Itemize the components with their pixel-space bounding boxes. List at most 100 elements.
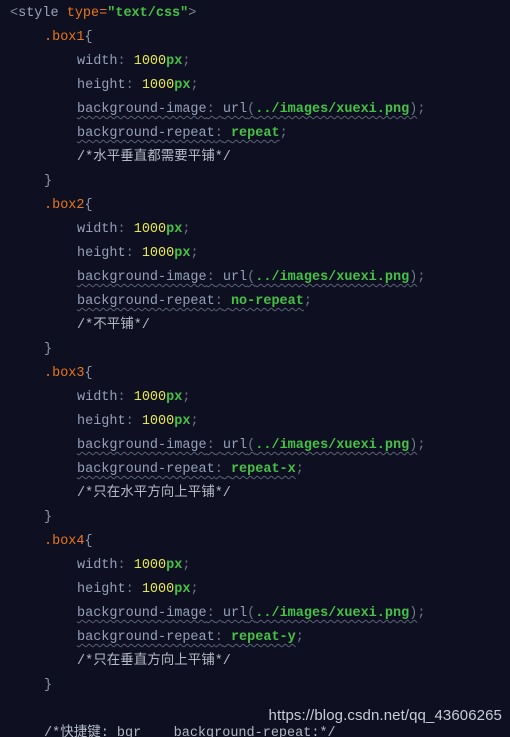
property-width: width [77, 54, 118, 69]
value-unit: px [166, 558, 183, 573]
property-height: height [77, 78, 126, 93]
property-height: height [77, 414, 126, 429]
code-line-background-image: background-image: url(../images/xuexi.pn… [0, 602, 510, 626]
selector-box1: .box1 [44, 30, 85, 45]
code-line-comment: /*不平铺*/ [0, 314, 510, 338]
semicolon: ; [295, 630, 304, 645]
colon: : [206, 438, 215, 453]
comment-text: /*只在水平方向上平铺*/ [77, 486, 231, 501]
code-line-brace-close: } [0, 338, 510, 362]
colon: : [125, 414, 134, 429]
image-path: ../images/xuexi.png [255, 606, 410, 621]
colon: : [125, 582, 134, 597]
url-function: url [222, 438, 248, 453]
shortcut-comment-text: /*快捷键: bgr background-repeat:*/ [44, 726, 336, 737]
value-unit: px [174, 582, 191, 597]
code-line-background-repeat: background-repeat: no-repeat; [0, 290, 510, 314]
code-line-selector: .box3{ [0, 362, 510, 386]
colon: : [206, 102, 215, 117]
value-number: 1000 [141, 78, 175, 93]
brace-close: } [44, 510, 53, 525]
colon: : [214, 294, 223, 309]
value-repeat: repeat-y [230, 630, 296, 645]
property-background-image: background-image [77, 270, 207, 285]
colon: : [125, 246, 134, 261]
value-number: 1000 [141, 414, 175, 429]
tag-name-style: style [18, 6, 59, 21]
semicolon: ; [190, 246, 199, 261]
brace-close: } [44, 174, 53, 189]
code-line-selector: .box4{ [0, 530, 510, 554]
property-width: width [77, 222, 118, 237]
code-line-background-image: background-image: url(../images/xuexi.pn… [0, 98, 510, 122]
semicolon: ; [190, 582, 199, 597]
property-background-repeat: background-repeat [77, 630, 215, 645]
property-background-repeat: background-repeat [77, 462, 215, 477]
value-unit: px [166, 390, 183, 405]
colon: : [117, 222, 126, 237]
property-background-repeat: background-repeat [77, 294, 215, 309]
value-number: 1000 [133, 54, 167, 69]
image-path: ../images/xuexi.png [255, 438, 410, 453]
code-line-background-image: background-image: url(../images/xuexi.pn… [0, 434, 510, 458]
selector-box2: .box2 [44, 198, 85, 213]
property-background-image: background-image [77, 438, 207, 453]
brace-close: } [44, 342, 53, 357]
angle-bracket-close: > [188, 6, 197, 21]
code-line-width: width: 1000px; [0, 218, 510, 242]
comment-text: /*只在垂直方向上平铺*/ [77, 654, 231, 669]
property-background-image: background-image [77, 606, 207, 621]
semicolon: ; [417, 606, 426, 621]
comment-text: /*不平铺*/ [77, 318, 150, 333]
angle-bracket-open: < [10, 6, 19, 21]
image-path: ../images/xuexi.png [255, 102, 410, 117]
code-line-height: height: 1000px; [0, 410, 510, 434]
url-function: url [222, 102, 248, 117]
colon: : [206, 606, 215, 621]
value-unit: px [174, 414, 191, 429]
value-unit: px [166, 222, 183, 237]
property-background-image: background-image [77, 102, 207, 117]
colon: : [214, 630, 223, 645]
semicolon: ; [182, 558, 191, 573]
code-line-background-repeat: background-repeat: repeat-y; [0, 626, 510, 650]
value-repeat: repeat [230, 126, 280, 141]
colon: : [117, 558, 126, 573]
semicolon: ; [303, 294, 312, 309]
url-function: url [222, 270, 248, 285]
code-line-width: width: 1000px; [0, 386, 510, 410]
selector-box4: .box4 [44, 534, 85, 549]
code-line-width: width: 1000px; [0, 554, 510, 578]
brace-open: { [84, 30, 93, 45]
comment-text: /*水平垂直都需要平铺*/ [77, 150, 231, 165]
code-line-selector: .box2{ [0, 194, 510, 218]
code-line-background-image: background-image: url(../images/xuexi.pn… [0, 266, 510, 290]
semicolon: ; [182, 222, 191, 237]
value-number: 1000 [141, 246, 175, 261]
code-block[interactable]: <style type="text/css"> .box1{ width: 10… [0, 2, 510, 737]
code-line-width: width: 1000px; [0, 50, 510, 74]
value-number: 1000 [133, 222, 167, 237]
property-background-repeat: background-repeat [77, 126, 215, 141]
image-path: ../images/xuexi.png [255, 270, 410, 285]
semicolon: ; [190, 78, 199, 93]
brace-open: { [84, 198, 93, 213]
value-number: 1000 [133, 390, 167, 405]
code-screenshot: <style type="text/css"> .box1{ width: 10… [0, 0, 510, 737]
code-line-height: height: 1000px; [0, 578, 510, 602]
selector-box3: .box3 [44, 366, 85, 381]
brace-open: { [84, 534, 93, 549]
code-line-height: height: 1000px; [0, 242, 510, 266]
semicolon: ; [417, 270, 426, 285]
colon: : [214, 126, 223, 141]
semicolon: ; [295, 462, 304, 477]
semicolon: ; [182, 54, 191, 69]
colon: : [125, 78, 134, 93]
code-line-open-style-tag: <style type="text/css"> [0, 2, 510, 26]
value-number: 1000 [133, 558, 167, 573]
csdn-watermark: https://blog.csdn.net/qq_43606265 [268, 707, 502, 724]
code-line-comment: /*只在水平方向上平铺*/ [0, 482, 510, 506]
colon: : [117, 390, 126, 405]
semicolon: ; [190, 414, 199, 429]
